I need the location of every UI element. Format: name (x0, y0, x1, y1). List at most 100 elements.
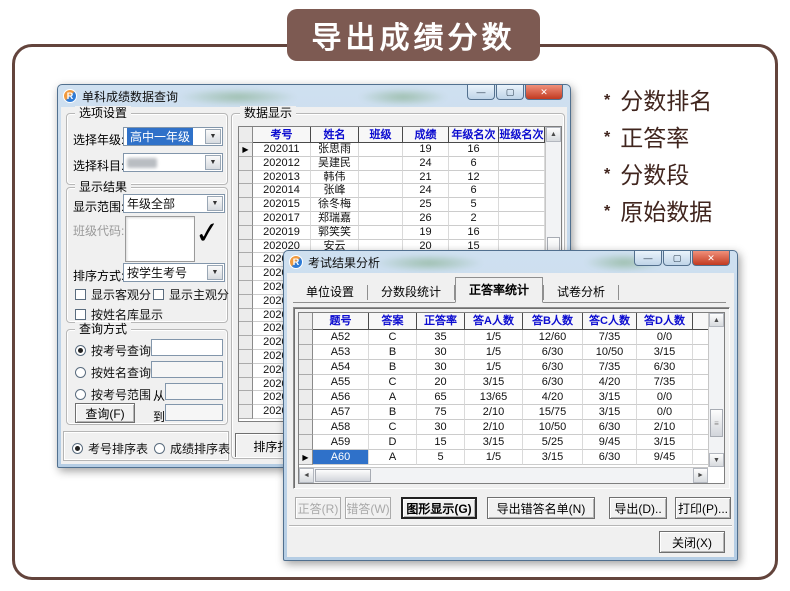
checkbox-objective-score[interactable]: 显示客观分 (75, 286, 151, 303)
table-row[interactable]: A52C351/512/607/350/0 (299, 330, 724, 345)
table-row[interactable]: A57B752/1015/753/150/0 (299, 405, 724, 420)
scroll-up-icon[interactable]: ▲ (709, 313, 724, 327)
grade-combobox[interactable]: 高中一年级 ▼ (123, 127, 223, 146)
radio-query-by-name[interactable]: 按姓名查询 (75, 364, 151, 381)
row-selector[interactable] (299, 345, 313, 360)
row-selector[interactable] (299, 360, 313, 375)
row-selector[interactable] (239, 157, 253, 171)
row-selector[interactable] (299, 435, 313, 450)
row-selector[interactable] (299, 390, 313, 405)
close-dialog-button[interactable]: 关闭(X) (659, 531, 725, 553)
window1-titlebar[interactable]: R 单科成绩数据查询 — ▢ ✕ (58, 85, 570, 107)
scrollbar-thumb[interactable]: ≡ (710, 409, 723, 437)
table-row[interactable]: ▶202011张思雨1916 (239, 143, 561, 157)
row-selector[interactable] (299, 420, 313, 435)
table-row[interactable]: A55C203/156/304/207/35 (299, 375, 724, 390)
column-header[interactable]: 答A人数 (465, 313, 523, 330)
column-header[interactable]: 考号 (253, 127, 311, 143)
row-selector[interactable] (239, 295, 253, 309)
column-header[interactable]: 年级名次 (449, 127, 499, 143)
chevron-down-icon[interactable]: ▼ (205, 155, 221, 170)
vertical-scrollbar[interactable]: ▲ ≡ ▼ (708, 313, 724, 467)
scrollbar-thumb[interactable] (315, 469, 371, 482)
horizontal-scrollbar[interactable]: ◄ ► (299, 467, 708, 483)
row-selector[interactable] (239, 226, 253, 240)
range-combobox[interactable]: 年级全部 ▼ (123, 194, 225, 213)
row-selector[interactable] (299, 405, 313, 420)
radio-score-sorted-table[interactable]: 成绩排序表 (154, 440, 230, 457)
row-selector[interactable] (239, 184, 253, 198)
table-row[interactable]: ▶A60A51/53/156/309/45 (299, 450, 724, 465)
table-row[interactable]: A53B301/56/3010/503/15 (299, 345, 724, 360)
row-selector[interactable] (239, 281, 253, 295)
export-wrong-list-button[interactable]: 导出错答名单(N) (487, 497, 595, 519)
tab-unit-settings[interactable]: 单位设置 (293, 280, 367, 302)
column-header[interactable]: 班级 (359, 127, 403, 143)
row-selector[interactable] (239, 364, 253, 378)
column-header[interactable]: 答C人数 (583, 313, 637, 330)
table-row[interactable]: 202013韩伟2112 (239, 171, 561, 185)
row-selector[interactable] (239, 198, 253, 212)
column-header[interactable]: 答D人数 (637, 313, 693, 330)
row-marker-icon[interactable]: ▶ (299, 450, 313, 465)
chevron-down-icon[interactable]: ▼ (205, 129, 221, 144)
table-row[interactable]: 202012吴建民246 (239, 157, 561, 171)
column-header[interactable]: 成绩 (403, 127, 449, 143)
query-button[interactable]: 查询(F) (75, 403, 135, 423)
column-header[interactable]: 题号 (313, 313, 369, 330)
window2-titlebar[interactable]: R 考试结果分析 — ▢ ✕ (284, 251, 737, 273)
column-header[interactable]: 姓名 (311, 127, 359, 143)
close-button[interactable]: ✕ (525, 85, 563, 100)
class-code-listbox[interactable] (125, 216, 195, 262)
maximize-button[interactable]: ▢ (496, 85, 524, 100)
tab-score-segment[interactable]: 分数段统计 (368, 280, 454, 302)
row-marker-icon[interactable]: ▶ (239, 143, 253, 157)
tab-paper-analysis[interactable]: 试卷分析 (544, 280, 618, 302)
sort-combobox[interactable]: 按学生考号 ▼ (123, 263, 225, 282)
table-row[interactable]: A59D153/155/259/453/15 (299, 435, 724, 450)
table-row[interactable]: A54B301/56/307/356/30 (299, 360, 724, 375)
subject-combobox[interactable]: ▼ (123, 153, 223, 172)
print-button[interactable]: 打印(P)... (675, 497, 731, 519)
table-row[interactable]: 202014张峰246 (239, 184, 561, 198)
radio-query-by-id[interactable]: 按考号查询 (75, 342, 151, 359)
table-row[interactable]: A56A6513/654/203/150/0 (299, 390, 724, 405)
column-header[interactable]: 正答率 (417, 313, 465, 330)
minimize-button[interactable]: — (467, 85, 495, 100)
range-from-input[interactable] (165, 383, 223, 400)
radio-query-by-range[interactable]: 按考号范围 (75, 386, 151, 403)
range-to-input[interactable] (165, 404, 223, 421)
row-selector[interactable] (239, 240, 253, 254)
row-selector[interactable] (239, 212, 253, 226)
query-id-input[interactable] (151, 339, 223, 356)
column-header[interactable]: 答B人数 (523, 313, 583, 330)
table-row[interactable]: 202019郭笑笑1916 (239, 226, 561, 240)
table-row[interactable]: A58C302/1010/506/302/10 (299, 420, 724, 435)
column-header[interactable]: 班级名次 (499, 127, 545, 143)
scroll-up-icon[interactable]: ▲ (546, 127, 561, 142)
table-row[interactable]: 202015徐冬梅255 (239, 198, 561, 212)
row-selector[interactable] (299, 330, 313, 345)
row-selector[interactable] (239, 391, 253, 405)
scroll-down-icon[interactable]: ▼ (709, 453, 724, 467)
tab-correct-rate[interactable]: 正答率统计 (455, 277, 543, 303)
graph-display-button[interactable]: 图形显示(G) (401, 497, 477, 519)
scroll-right-icon[interactable]: ► (693, 468, 708, 483)
row-selector[interactable] (239, 336, 253, 350)
radio-id-sorted-table[interactable]: 考号排序表 (72, 440, 148, 457)
chevron-down-icon[interactable]: ▼ (207, 196, 223, 211)
row-selector[interactable] (239, 171, 253, 185)
query-name-input[interactable] (151, 361, 223, 378)
row-selector[interactable] (239, 267, 253, 281)
minimize-button[interactable]: — (634, 251, 662, 266)
close-button[interactable]: ✕ (692, 251, 730, 266)
row-selector[interactable] (239, 378, 253, 392)
row-selector[interactable] (239, 350, 253, 364)
row-selector[interactable] (299, 375, 313, 390)
checkbox-subjective-score[interactable]: 显示主观分 (153, 286, 229, 303)
scroll-left-icon[interactable]: ◄ (299, 468, 314, 483)
checkbox-name-library[interactable]: 按姓名库显示 (75, 306, 163, 323)
export-button[interactable]: 导出(D).. (609, 497, 667, 519)
maximize-button[interactable]: ▢ (663, 251, 691, 266)
table-row[interactable]: 202017郑瑞嘉262 (239, 212, 561, 226)
